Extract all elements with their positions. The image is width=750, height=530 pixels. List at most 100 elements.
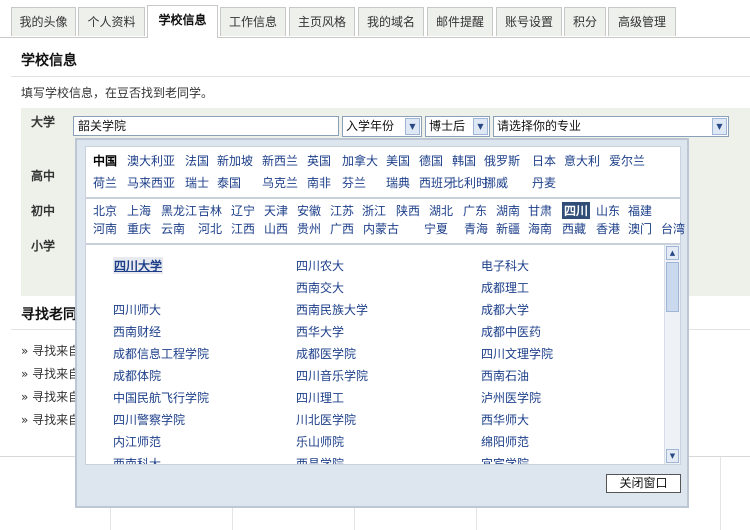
country-item[interactable]: 澳大利亚 [127,152,175,169]
university-option[interactable]: 四川师大 [113,301,161,318]
country-item[interactable]: 韩国 [452,152,476,169]
university-option[interactable]: 西南交大 [296,279,344,296]
tab-points[interactable]: 积分 [564,7,606,36]
scrollbar-thumb[interactable] [666,262,679,312]
province-item[interactable]: 上海 [127,202,151,219]
province-item[interactable]: 广东 [463,202,487,219]
degree-select[interactable]: 博士后 ▼ [425,116,490,137]
university-option[interactable]: 四川文理学院 [481,345,553,362]
university-option[interactable]: 中国民航飞行学院 [113,389,209,406]
country-item[interactable]: 美国 [386,152,410,169]
province-item[interactable]: 湖北 [429,202,453,219]
country-item[interactable]: 爱尔兰 [609,152,645,169]
province-item[interactable]: 天津 [264,202,288,219]
province-item[interactable]: 内蒙古 [363,220,399,237]
province-item[interactable]: 河南 [93,220,117,237]
country-item[interactable]: 新加坡 [217,152,253,169]
country-item[interactable]: 日本 [532,152,556,169]
province-item[interactable]: 云南 [161,220,185,237]
province-item[interactable]: 贵州 [297,220,321,237]
country-item[interactable]: 瑞典 [386,174,410,191]
country-item[interactable]: 比利时 [452,174,488,191]
university-option[interactable]: 西南财经 [113,323,161,340]
university-option[interactable]: 成都大学 [481,301,529,318]
university-option[interactable]: 绵阳师范 [481,433,529,450]
province-item[interactable]: 福建 [628,202,652,219]
close-window-button[interactable]: 关闭窗口 [606,474,681,493]
province-item[interactable]: 吉林 [198,202,222,219]
university-option[interactable]: 乐山师院 [296,433,344,450]
find-link[interactable]: » 寻找来自 [21,365,80,382]
province-item[interactable]: 山东 [596,202,620,219]
country-item[interactable]: 西班牙 [419,174,455,191]
province-item[interactable]: 西藏 [562,220,586,237]
university-option[interactable]: 内江师范 [113,433,161,450]
country-item[interactable]: 泰国 [217,174,241,191]
university-option[interactable]: 四川音乐学院 [296,367,368,384]
tab-work-info[interactable]: 工作信息 [220,7,286,36]
country-item[interactable]: 丹麦 [532,174,556,191]
province-item[interactable]: 甘肃 [528,202,552,219]
province-item[interactable]: 广西 [330,220,354,237]
province-item[interactable]: 四川 [562,202,591,219]
province-item[interactable]: 新疆 [496,220,520,237]
province-item[interactable]: 台湾 [661,220,685,237]
scroll-up-icon[interactable]: ▲ [666,246,679,260]
tab-advanced[interactable]: 高级管理 [608,7,676,36]
province-item[interactable]: 海南 [528,220,552,237]
country-item[interactable]: 新西兰 [262,152,298,169]
country-item[interactable]: 加拿大 [342,152,378,169]
country-item[interactable]: 马来西亚 [127,174,175,191]
tab-avatar[interactable]: 我的头像 [11,7,76,36]
province-item[interactable]: 宁夏 [424,220,448,237]
country-item[interactable]: 德国 [419,152,443,169]
university-option[interactable]: 宜宾学院 [481,455,529,464]
university-option[interactable]: 四川农大 [296,257,344,274]
university-option[interactable]: 西南民族大学 [296,301,368,318]
university-option[interactable]: 成都信息工程学院 [113,345,209,362]
province-item[interactable]: 河北 [198,220,222,237]
university-option[interactable]: 川北医学院 [296,411,356,428]
tab-profile[interactable]: 个人资料 [78,7,145,36]
find-link[interactable]: » 寻找来自 [21,388,80,405]
university-option[interactable]: 西华师大 [481,411,529,428]
province-item[interactable]: 陕西 [396,202,420,219]
tab-my-domain[interactable]: 我的域名 [358,7,424,36]
university-option[interactable]: 西华大学 [296,323,344,340]
university-option[interactable]: 西南石油 [481,367,529,384]
scrollbar[interactable]: ▲ ▼ [664,245,680,464]
find-link[interactable]: » 寻找来自 [21,342,80,359]
province-item[interactable]: 青海 [464,220,488,237]
country-item[interactable]: 瑞士 [185,174,209,191]
tab-account-settings[interactable]: 账号设置 [496,7,562,36]
country-item[interactable]: 意大利 [564,152,600,169]
university-option[interactable]: 成都理工 [481,279,529,296]
find-link[interactable]: » 寻找来自 [21,411,80,428]
university-input[interactable]: 韶关学院 [73,116,339,136]
province-item[interactable]: 重庆 [127,220,151,237]
province-item[interactable]: 江苏 [330,202,354,219]
university-option[interactable]: 四川理工 [296,389,344,406]
university-option[interactable]: 成都体院 [113,367,161,384]
country-item[interactable]: 乌克兰 [262,174,298,191]
country-item[interactable]: 南非 [307,174,331,191]
university-option[interactable]: 成都中医药 [481,323,541,340]
tab-school-info[interactable]: 学校信息 [147,5,218,38]
country-item[interactable]: 荷兰 [93,174,117,191]
province-item[interactable]: 江西 [231,220,255,237]
province-item[interactable]: 湖南 [496,202,520,219]
country-item[interactable]: 芬兰 [342,174,366,191]
university-option[interactable]: 西南科大 [113,455,161,464]
tab-homepage-style[interactable]: 主页风格 [289,7,355,36]
province-item[interactable]: 安徽 [297,202,321,219]
country-item[interactable]: 挪威 [484,174,508,191]
province-item[interactable]: 浙江 [362,202,386,219]
major-select[interactable]: 请选择你的专业 ▼ [493,116,729,137]
province-item[interactable]: 黑龙江 [161,202,197,219]
university-option[interactable]: 四川警察学院 [113,411,185,428]
province-item[interactable]: 香港 [596,220,620,237]
scroll-down-icon[interactable]: ▼ [666,449,679,463]
tab-email-alerts[interactable]: 邮件提醒 [427,7,493,36]
country-item[interactable]: 法国 [185,152,209,169]
university-option[interactable]: 成都医学院 [296,345,356,362]
